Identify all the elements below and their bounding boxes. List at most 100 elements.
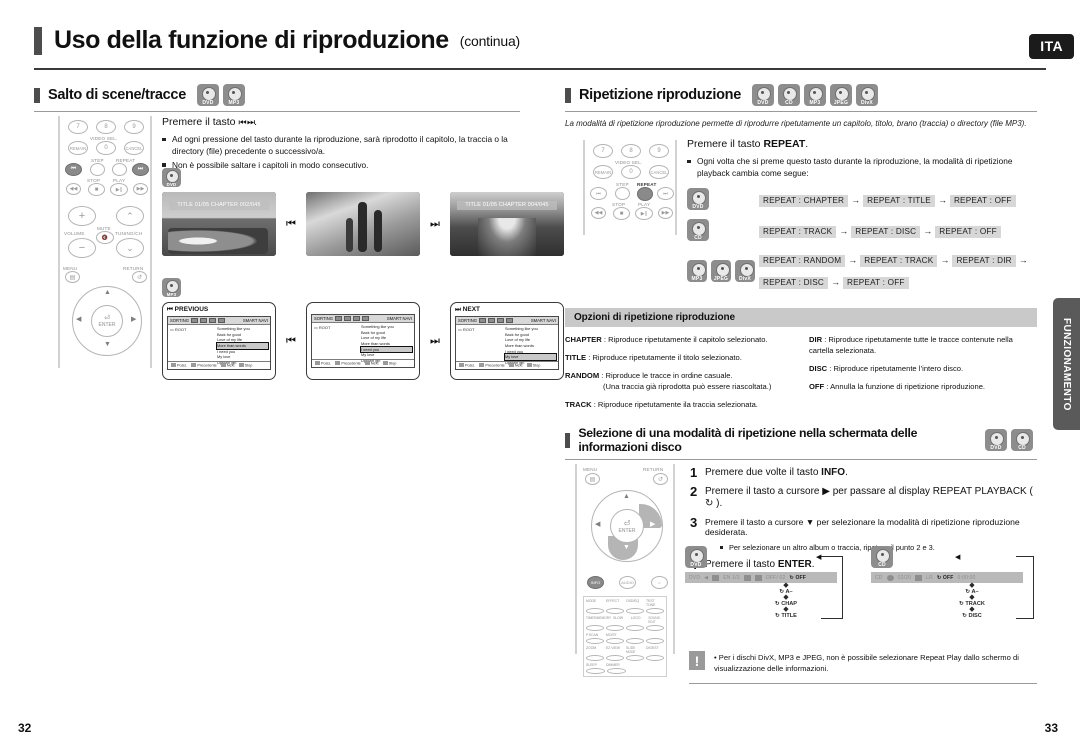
remote-key-step[interactable]	[90, 163, 105, 176]
sort-icon[interactable]	[497, 318, 505, 323]
remote-key-rewind[interactable]: ◀◀	[591, 207, 606, 219]
remote-key-mute[interactable]: 🔇	[96, 231, 114, 244]
keypad-key[interactable]: SLOW	[613, 616, 629, 624]
keypad-button[interactable]	[586, 638, 604, 644]
sort-icon[interactable]	[362, 316, 370, 321]
remote-key-8[interactable]: 8	[621, 144, 641, 158]
remote-key-tuning-down[interactable]: ⌄	[116, 238, 144, 258]
remote-key-menu[interactable]: ▤	[585, 473, 600, 485]
remote-key-0[interactable]: 0	[621, 165, 641, 179]
keypad-key[interactable]: EZ VIEW	[606, 646, 624, 654]
dpad-left-arrow-icon[interactable]: ◀	[76, 315, 81, 323]
keypad-key[interactable]: SLIDE MODE	[626, 646, 644, 654]
remote-key-fast-forward[interactable]: ▶▶	[133, 183, 148, 195]
keypad-key[interactable]: MO/ST	[606, 633, 624, 637]
remote-keypad-block: MODE EFFECT OSD/EQ TEST TONE TIMER/MEMOR…	[583, 596, 667, 677]
remote-key-volume-down[interactable]: −	[68, 238, 96, 258]
remote-key-step[interactable]	[615, 187, 630, 200]
remote-key-7[interactable]: 7	[68, 120, 88, 134]
dpad-up-arrow-icon[interactable]: ▲	[104, 289, 111, 296]
dpad-right-arrow-icon[interactable]: ▶	[131, 315, 136, 323]
remote-key-repeat[interactable]	[112, 163, 127, 176]
keypad-key[interactable]: P.SCAN	[586, 633, 604, 637]
remote-key-cancel[interactable]: CANCEL	[124, 141, 144, 155]
keypad-button[interactable]	[606, 655, 624, 661]
remote-key-play-pause[interactable]: ▶||	[635, 207, 653, 220]
remote-key-play-pause[interactable]: ▶||	[110, 183, 128, 196]
keypad-button[interactable]	[586, 608, 604, 614]
remote-key-skip-back[interactable]: ⏮	[65, 163, 82, 176]
keypad-button[interactable]	[606, 608, 624, 614]
sort-icon[interactable]	[191, 318, 199, 323]
keypad-button[interactable]	[646, 638, 664, 644]
dpad-down-arrow-icon[interactable]: ▼	[104, 341, 111, 348]
sort-icon[interactable]	[209, 318, 217, 323]
dpad-enter-button[interactable]: ⏎ ENTER	[610, 509, 644, 543]
keypad-key[interactable]: ZOOM	[586, 646, 604, 654]
remote-key-subtitle[interactable]: ☼	[651, 576, 668, 589]
sort-icon[interactable]	[218, 318, 226, 323]
keypad-key[interactable]: DIGEST	[646, 646, 664, 654]
sort-icon[interactable]	[344, 316, 352, 321]
keypad-key[interactable]: EFFECT	[606, 599, 624, 607]
sort-icon[interactable]	[479, 318, 487, 323]
disc-icon-dvd: DVD	[985, 429, 1007, 451]
remote-key-info[interactable]: INFO	[587, 576, 604, 589]
remote-key-9[interactable]: 9	[649, 144, 669, 158]
remote-key-0[interactable]: 0	[96, 141, 116, 155]
keypad-key[interactable]: SLEEP	[586, 663, 604, 667]
keypad-key[interactable]: SOUND EDIT	[648, 616, 664, 624]
keypad-button[interactable]	[586, 625, 604, 631]
keypad-button[interactable]	[646, 608, 664, 614]
remote-key-menu[interactable]: ▤	[65, 271, 80, 283]
remote-key-8[interactable]: 8	[96, 120, 116, 134]
keypad-button[interactable]	[626, 608, 644, 614]
remote-key-volume-up[interactable]: +	[68, 206, 96, 226]
remote-key-repeat[interactable]	[637, 187, 653, 201]
dpad-enter-button[interactable]: ⏎ ENTER	[91, 305, 123, 337]
keypad-button[interactable]	[586, 668, 605, 674]
keypad-key[interactable]: DIMMER	[606, 663, 624, 667]
sort-icon[interactable]	[353, 316, 361, 321]
keypad-button[interactable]	[607, 668, 626, 674]
remote-key-9[interactable]: 9	[124, 120, 144, 134]
keypad-button[interactable]	[646, 625, 664, 631]
keypad-key[interactable]: OSD/EQ	[626, 599, 644, 607]
dpad-left-arrow-icon[interactable]: ◀	[595, 520, 600, 528]
remote-key-7[interactable]: 7	[593, 144, 613, 158]
remote-key-rewind[interactable]: ◀◀	[66, 183, 81, 195]
remote-key-return[interactable]: ↺	[132, 271, 147, 283]
dpad-right-arrow-icon[interactable]: ▶	[650, 520, 655, 528]
remote-key-audio[interactable]: AUDIO	[619, 576, 636, 589]
sort-icon[interactable]	[488, 318, 496, 323]
remote-key-skip-forward[interactable]: ⏭	[132, 163, 149, 176]
keypad-button[interactable]	[626, 638, 644, 644]
remote-key-remain[interactable]: REMAIN	[68, 141, 88, 155]
keypad-button[interactable]	[626, 655, 644, 661]
remote-key-fast-forward[interactable]: ▶▶	[658, 207, 673, 219]
keypad-button[interactable]	[606, 638, 624, 644]
keypad-button[interactable]	[586, 655, 604, 661]
arrow-icon: →	[848, 255, 858, 265]
sort-icon[interactable]	[506, 318, 514, 323]
remote-key-tuning-up[interactable]: ⌃	[116, 206, 144, 226]
keypad-key[interactable]: TIMER/MEMORY	[586, 616, 611, 624]
remote-key-cancel[interactable]: CANCEL	[649, 165, 669, 179]
dpad-up-arrow-icon[interactable]: ▲	[623, 493, 630, 500]
remote-key-remain[interactable]: REMAIN	[593, 165, 613, 179]
keypad-key[interactable]: MODE	[586, 599, 604, 607]
keypad-button[interactable]	[626, 625, 644, 631]
remote-key-skip-back[interactable]: ⏮	[590, 187, 607, 200]
remote-key-stop[interactable]: ■	[613, 207, 630, 220]
keypad-key[interactable]: TEST TONE	[646, 599, 664, 607]
remote-key-return[interactable]: ↺	[653, 473, 668, 485]
sort-icon[interactable]	[200, 318, 208, 323]
sort-icon[interactable]	[335, 316, 343, 321]
remote-key-skip-forward[interactable]: ⏭	[657, 187, 674, 200]
key-icon	[335, 361, 341, 366]
keypad-button[interactable]	[646, 655, 664, 661]
dpad-down-arrow-icon[interactable]: ▼	[623, 544, 630, 551]
keypad-button[interactable]	[606, 625, 624, 631]
remote-key-stop[interactable]: ■	[88, 183, 105, 196]
keypad-key[interactable]: LOGO	[631, 616, 647, 624]
